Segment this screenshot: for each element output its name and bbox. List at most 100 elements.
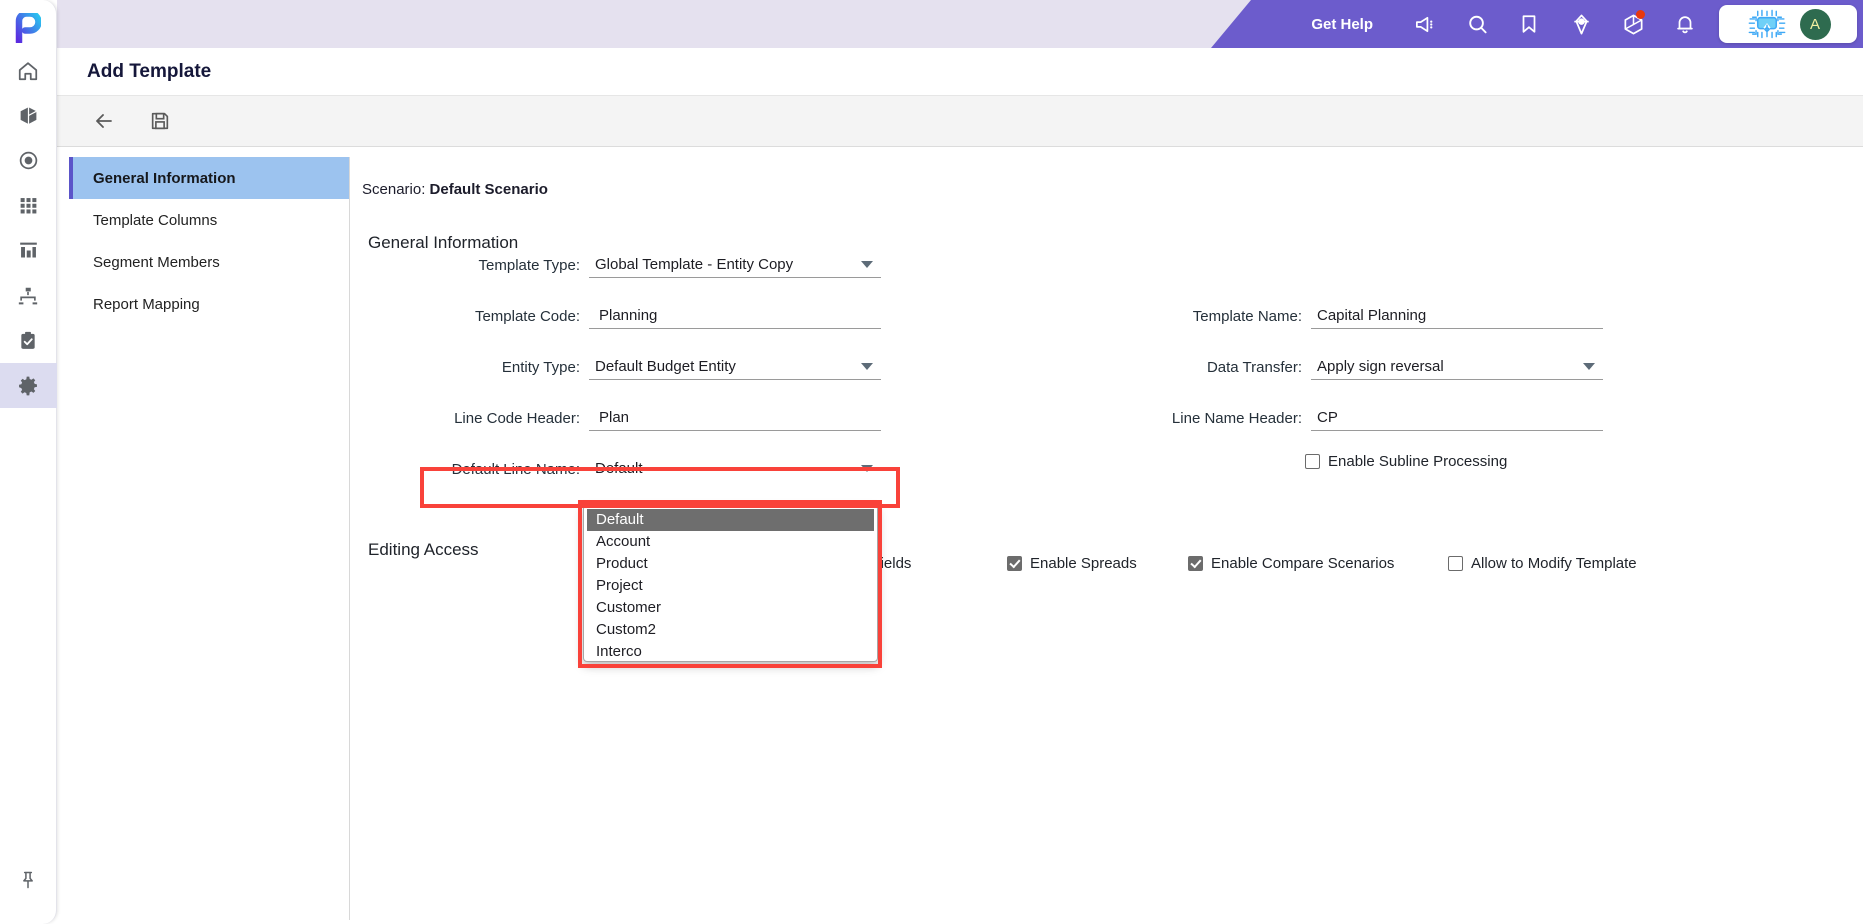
template-name-input[interactable]: Capital Planning	[1311, 302, 1603, 329]
back-button[interactable]	[87, 104, 121, 138]
cube-icon	[20, 107, 37, 124]
field-data-transfer: Data Transfer: Apply sign reversal	[1127, 353, 1603, 380]
dropdown-option-custom2[interactable]: Custom2	[587, 619, 874, 641]
sidebar-item-workflow[interactable]	[0, 273, 57, 318]
modules-button[interactable]	[1607, 0, 1659, 48]
general-information-form: Scenario: Default Scenario General Infor…	[350, 157, 1863, 920]
navigator-button[interactable]	[1555, 0, 1607, 48]
checkbox-label: Enable Compare Scenarios	[1211, 555, 1395, 572]
default-line-name-dropdown[interactable]: Default Account Product Project Customer…	[583, 505, 878, 662]
pin-sidebar-button[interactable]	[0, 857, 57, 902]
checkbox-box[interactable]	[1448, 556, 1463, 571]
field-template-type: Template Type: Global Template - Entity …	[410, 251, 881, 278]
sidebar-item-apps[interactable]	[0, 183, 57, 228]
bookmarks-button[interactable]	[1503, 0, 1555, 48]
entity-type-value: Default Budget Entity	[595, 357, 736, 375]
dropdown-option-customer[interactable]: Customer	[587, 597, 874, 619]
template-code-input[interactable]: Planning	[589, 302, 881, 329]
dropdown-option-interco[interactable]: Interco	[587, 641, 874, 661]
sidepanel-item-general-information[interactable]: General Information	[69, 157, 349, 199]
dropdown-option-default[interactable]: Default	[587, 509, 874, 531]
section-heading-general-information: General Information	[368, 233, 519, 252]
field-template-code-label: Template Code:	[474, 308, 580, 325]
get-help-link[interactable]: Get Help	[1311, 16, 1373, 33]
checkbox-enable-spreads[interactable]: Enable Spreads	[1007, 555, 1137, 572]
chevron-down-icon	[861, 261, 873, 268]
checkbox-box[interactable]	[1188, 556, 1203, 571]
grid-icon	[20, 198, 36, 214]
save-floppy-icon	[151, 112, 169, 130]
chevron-down-icon	[861, 363, 873, 370]
topbar-actions: Get Help A	[1311, 0, 1863, 48]
dropdown-option-product[interactable]: Product	[587, 553, 874, 575]
field-default-line-name-label: Default Line Name:	[451, 461, 580, 478]
field-template-name: Template Name: Capital Planning	[1127, 302, 1603, 329]
top-bar: Get Help A	[57, 0, 1863, 48]
field-entity-type: Entity Type: Default Budget Entity	[410, 353, 881, 380]
sidepanel-item-label: Template Columns	[93, 211, 218, 229]
form-toolbar	[57, 96, 1863, 147]
field-line-code-header: Line Code Header: Plan	[410, 404, 881, 431]
scenario-value: Default Scenario	[429, 181, 548, 198]
sidebar-item-settings[interactable]	[0, 363, 57, 408]
template-type-select[interactable]: Global Template - Entity Copy	[589, 251, 881, 278]
sidebar-item-actuals[interactable]	[0, 138, 57, 183]
line-code-header-value: Plan	[599, 408, 630, 426]
account-chip[interactable]: A	[1719, 5, 1857, 43]
checkbox-box[interactable]	[1007, 556, 1022, 571]
home-icon	[18, 61, 38, 80]
notification-dot	[1636, 10, 1645, 19]
form-sections-panel: General Information Template Columns Seg…	[69, 157, 350, 920]
field-template-type-label: Template Type:	[478, 257, 580, 274]
checkbox-enable-subline-processing[interactable]: Enable Subline Processing	[1305, 453, 1507, 470]
sidepanel-item-label: Report Mapping	[93, 295, 200, 313]
save-button[interactable]	[143, 104, 177, 138]
sidebar-item-modeling[interactable]	[0, 93, 57, 138]
announcements-button[interactable]	[1399, 0, 1451, 48]
line-name-header-value: CP	[1317, 408, 1338, 426]
sidebar-item-reports[interactable]	[0, 228, 57, 273]
sidebar-item-tasks[interactable]	[0, 318, 57, 363]
sidebar-item-home[interactable]	[0, 48, 57, 93]
pin-icon	[23, 871, 33, 888]
dropdown-option-account[interactable]: Account	[587, 531, 874, 553]
field-template-code: Template Code: Planning	[410, 302, 881, 329]
bell-icon	[1677, 16, 1693, 34]
app-logo[interactable]	[0, 8, 56, 48]
scenario-label: Scenario:	[362, 181, 426, 198]
field-line-name-header: Line Name Header: CP	[1127, 404, 1603, 431]
sidepanel-item-segment-members[interactable]: Segment Members	[69, 241, 349, 283]
microchip-ai-icon	[1748, 9, 1785, 39]
dropdown-option-project[interactable]: Project	[587, 575, 874, 597]
checkbox-label: Enable Subline Processing	[1328, 453, 1508, 470]
left-rail	[0, 0, 57, 924]
back-arrow-icon	[96, 114, 112, 128]
default-line-name-value: Default	[595, 460, 643, 477]
checkbox-box[interactable]	[1305, 454, 1320, 469]
field-data-transfer-label: Data Transfer:	[1206, 359, 1302, 376]
chevron-down-icon	[1583, 363, 1595, 370]
line-code-header-input[interactable]: Plan	[589, 404, 881, 431]
sidepanel-item-report-mapping[interactable]: Report Mapping	[69, 283, 349, 325]
page-title-bar: Add Template	[57, 48, 1863, 96]
target-icon	[19, 151, 37, 170]
template-name-value: Capital Planning	[1317, 306, 1427, 324]
hierarchy-icon	[18, 287, 38, 304]
megaphone-icon	[1415, 16, 1432, 32]
notifications-button[interactable]	[1659, 0, 1711, 48]
data-transfer-value: Apply sign reversal	[1317, 357, 1444, 375]
checkbox-enable-compare-scenarios[interactable]: Enable Compare Scenarios	[1188, 555, 1394, 572]
template-type-value: Global Template - Entity Copy	[595, 255, 794, 273]
search-button[interactable]	[1451, 0, 1503, 48]
avatar[interactable]: A	[1799, 8, 1831, 40]
checkbox-allow-to-modify-template[interactable]: Allow to Modify Template	[1448, 555, 1637, 572]
sidepanel-item-label: Segment Members	[93, 253, 220, 271]
sidepanel-item-label: General Information	[93, 169, 236, 187]
default-line-name-select[interactable]: Default	[589, 455, 881, 482]
entity-type-select[interactable]: Default Budget Entity	[589, 353, 881, 380]
page-title: Add Template	[87, 60, 212, 82]
line-name-header-input[interactable]: CP	[1311, 404, 1603, 431]
sidepanel-item-template-columns[interactable]: Template Columns	[69, 199, 349, 241]
section-heading-editing-access: Editing Access	[368, 540, 479, 559]
data-transfer-select[interactable]: Apply sign reversal	[1311, 353, 1603, 380]
